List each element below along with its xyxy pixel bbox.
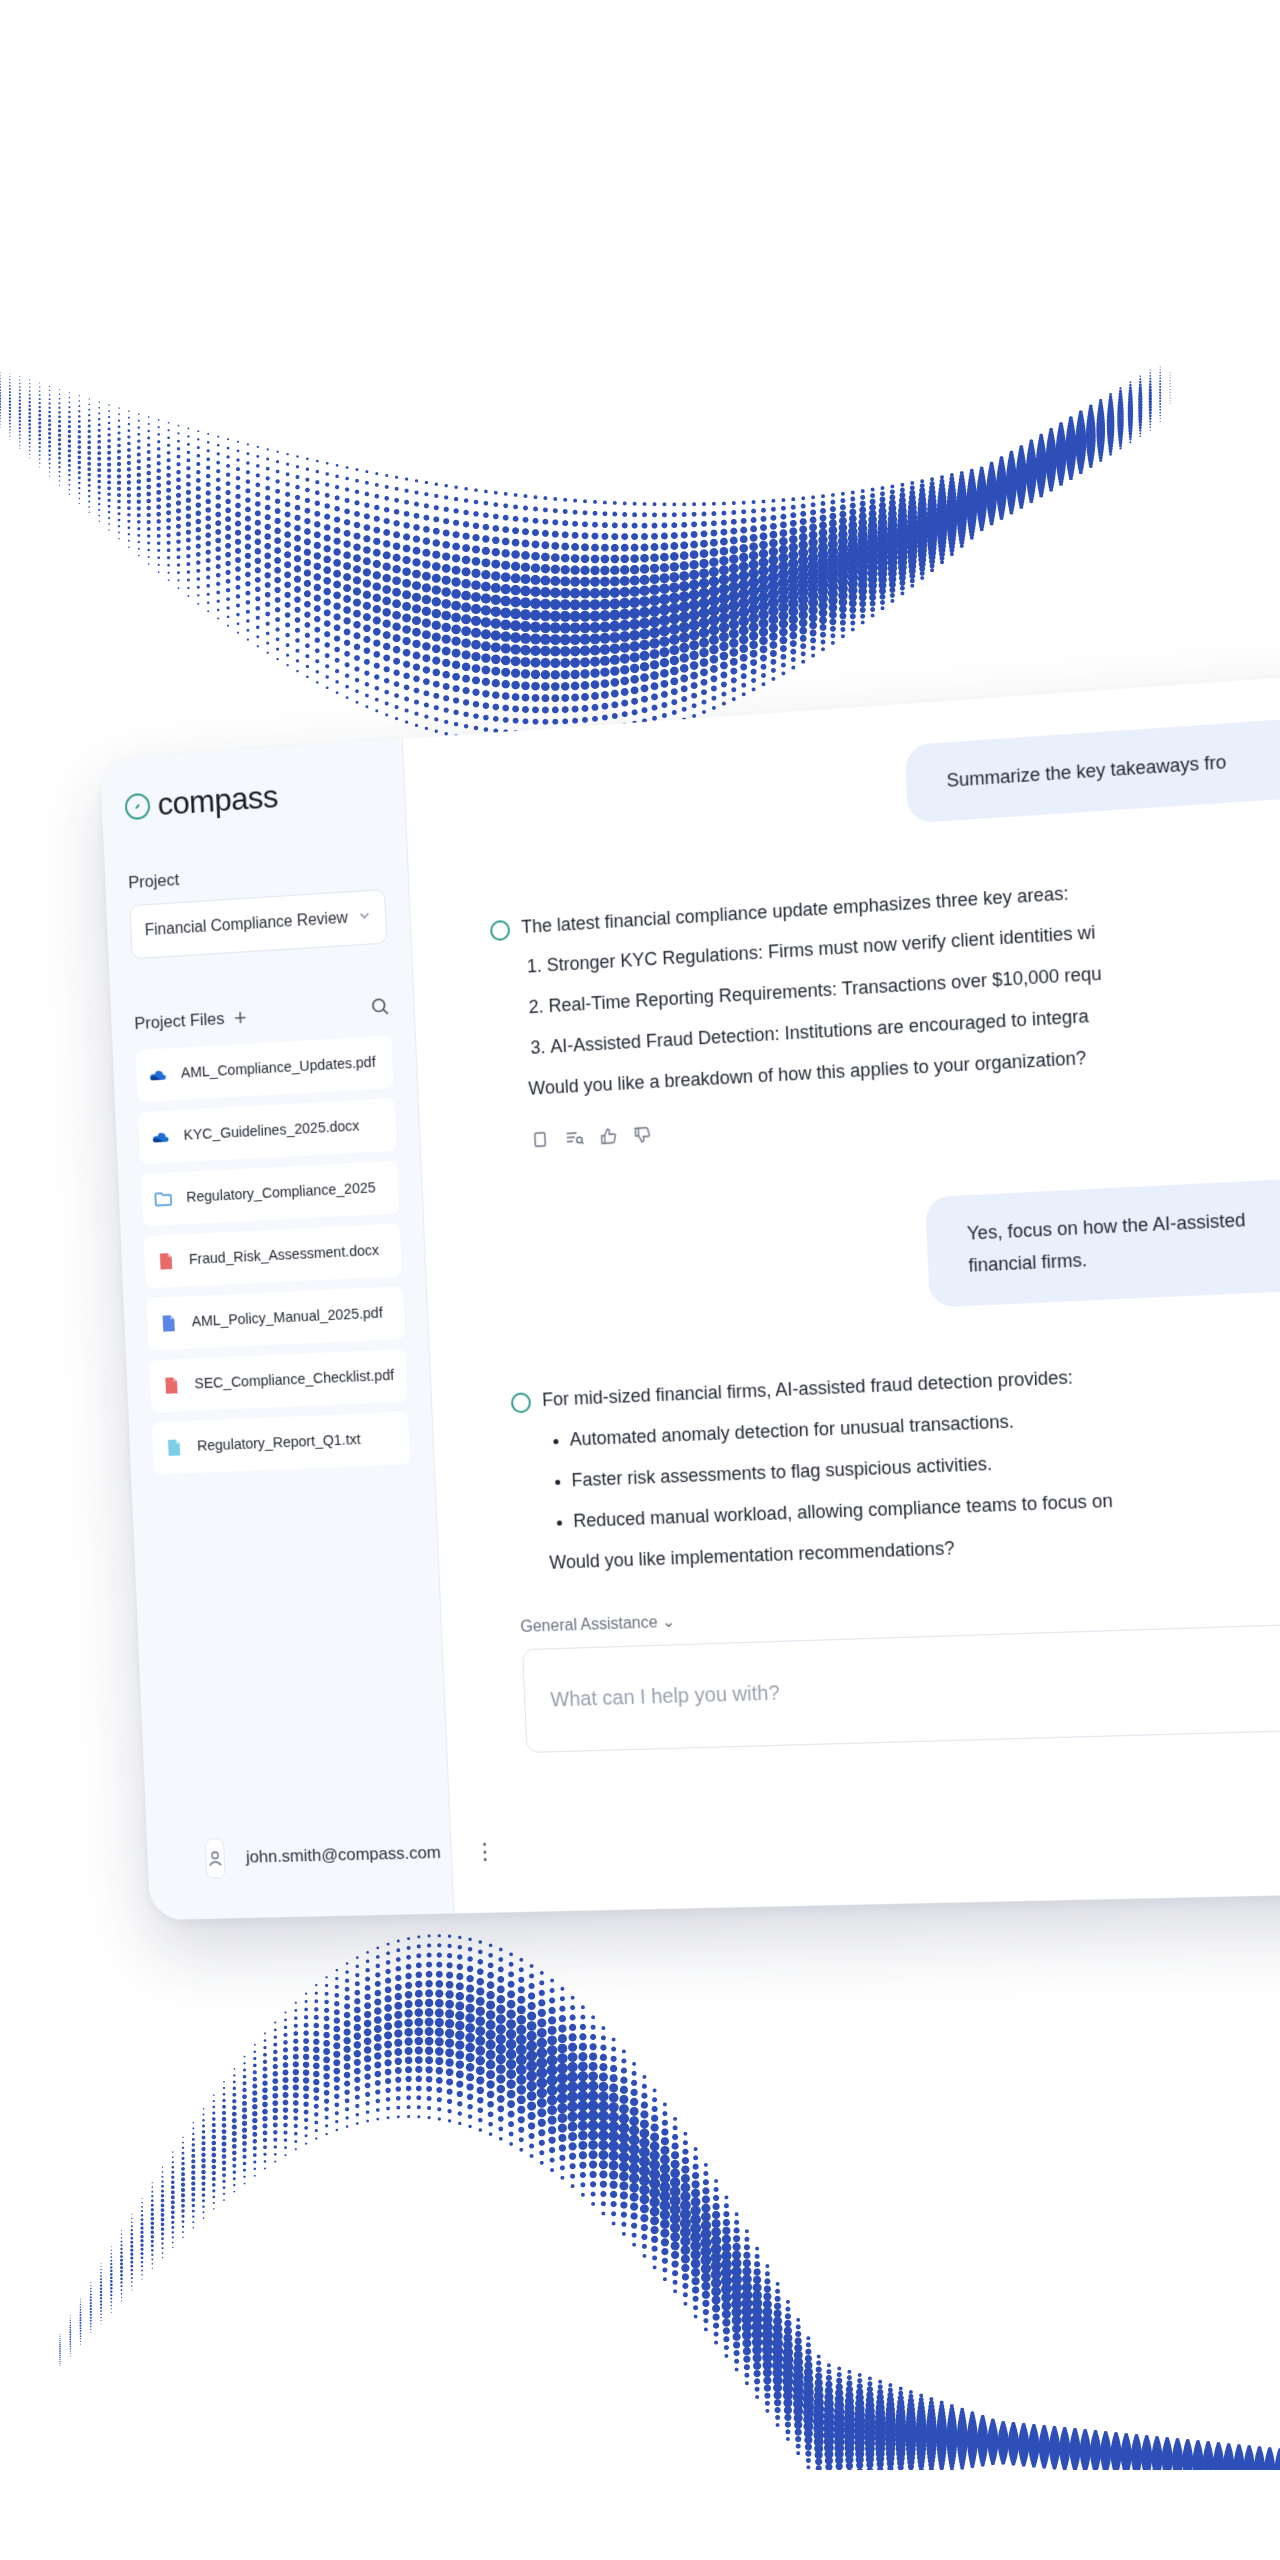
folder-icon bbox=[153, 1189, 173, 1210]
file-name: SEC_Compliance_Checklist.pdf bbox=[194, 1367, 395, 1393]
sources-icon[interactable] bbox=[564, 1127, 585, 1154]
assistant-message: For mid-sized financial firms, AI-assist… bbox=[510, 1338, 1280, 1591]
file-name: Regulatory_Compliance_2025 bbox=[186, 1180, 376, 1207]
file-item[interactable]: Regulatory_Compliance_2025 bbox=[141, 1160, 399, 1227]
brand-name: compass bbox=[156, 777, 279, 823]
file-item[interactable]: SEC_Compliance_Checklist.pdf bbox=[149, 1348, 407, 1413]
chat-input-placeholder: What can I help you with? bbox=[549, 1681, 781, 1712]
project-files-header: Project Files + bbox=[134, 996, 390, 1036]
project-label: Project bbox=[127, 869, 180, 893]
teal-file-icon bbox=[164, 1437, 184, 1458]
assistant-outro: Would you like implementation recommenda… bbox=[548, 1537, 955, 1573]
onedrive-cloud-icon bbox=[151, 1127, 171, 1148]
assistant-list: Stronger KYC Regulations: Firms must now… bbox=[522, 919, 1104, 1063]
chevron-down-icon bbox=[357, 908, 372, 928]
user-message: Yes, focus on how the AI-assisted financ… bbox=[924, 1160, 1280, 1308]
file-name: KYC_Guidelines_2025.docx bbox=[183, 1118, 360, 1144]
assistance-mode-label: General Assistance bbox=[520, 1614, 659, 1637]
list-item: Automated anomaly detection for unusual … bbox=[569, 1404, 1109, 1455]
file-item[interactable]: KYC_Guidelines_2025.docx bbox=[138, 1098, 396, 1165]
file-list: AML_Compliance_Updates.pdf KYC_Guidelines… bbox=[135, 1035, 410, 1475]
search-icon[interactable] bbox=[370, 996, 391, 1022]
blue-file-icon bbox=[159, 1313, 179, 1334]
file-name: Fraud_Risk_Assessment.docx bbox=[188, 1242, 380, 1269]
thumbs-down-icon[interactable] bbox=[632, 1124, 653, 1151]
app-window: compass Project Financial Compliance Rev… bbox=[100, 671, 1280, 1921]
file-item[interactable]: AML_Policy_Manual_2025.pdf bbox=[146, 1286, 405, 1351]
list-item: Faster risk assessments to flag suspicio… bbox=[571, 1445, 1112, 1495]
red-file-icon bbox=[156, 1251, 176, 1272]
file-item[interactable]: Regulatory_Report_Q1.txt bbox=[151, 1411, 410, 1475]
assistant-message: The latest financial compliance update e… bbox=[489, 843, 1280, 1118]
file-name: AML_Compliance_Updates.pdf bbox=[180, 1054, 376, 1082]
file-name: AML_Policy_Manual_2025.pdf bbox=[191, 1305, 384, 1331]
file-item[interactable]: AML_Compliance_Updates.pdf bbox=[135, 1035, 394, 1103]
file-item[interactable]: Fraud_Risk_Assessment.docx bbox=[143, 1223, 402, 1289]
copy-icon[interactable] bbox=[530, 1129, 551, 1155]
brand: compass bbox=[124, 771, 381, 825]
red-file-icon bbox=[161, 1375, 181, 1396]
thumbs-up-icon[interactable] bbox=[598, 1126, 619, 1153]
assistant-avatar-icon bbox=[510, 1392, 531, 1414]
add-file-icon[interactable]: + bbox=[234, 1004, 248, 1030]
project-files-label: Project Files bbox=[134, 1008, 225, 1033]
user-message-text: Summarize the key takeaways fro bbox=[946, 751, 1227, 791]
project-select[interactable]: Financial Compliance Review bbox=[129, 889, 387, 960]
chevron-down-icon: ⌄ bbox=[661, 1613, 676, 1632]
sidebar: compass Project Financial Compliance Rev… bbox=[100, 738, 496, 1921]
user-email: john.smith@compass.com bbox=[245, 1842, 442, 1867]
chat-area: Summarize the key takeaways fro The late… bbox=[402, 672, 1280, 1914]
assistant-avatar-icon bbox=[489, 919, 510, 941]
compass-logo-icon bbox=[124, 792, 151, 820]
file-name: Regulatory_Report_Q1.txt bbox=[196, 1431, 361, 1455]
user-row: john.smith@compass.com ⋮ bbox=[204, 1833, 496, 1879]
user-avatar-icon[interactable] bbox=[204, 1838, 226, 1879]
onedrive-cloud-icon bbox=[148, 1064, 168, 1085]
project-select-value: Financial Compliance Review bbox=[144, 909, 349, 940]
user-message: Summarize the key takeaways fro bbox=[904, 695, 1280, 824]
assistant-bullets: Automated anomaly detection for unusual … bbox=[543, 1404, 1113, 1537]
list-item: Reduced manual workload, allowing compli… bbox=[573, 1487, 1114, 1536]
